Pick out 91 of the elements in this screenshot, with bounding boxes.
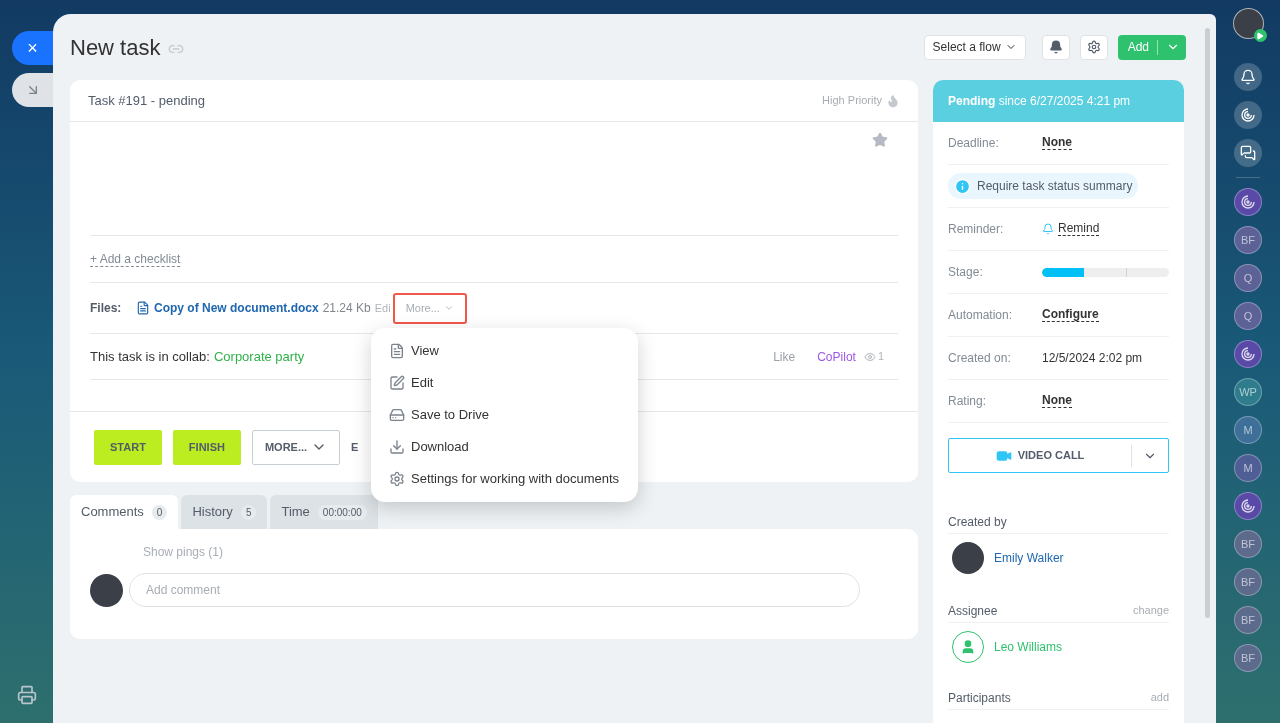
chat-icon[interactable]: [1240, 145, 1256, 161]
status-banner: Pending since 6/27/2025 4:21 pm: [933, 80, 1184, 122]
avatar: [90, 573, 123, 607]
collab-text: This task is in collab:: [90, 347, 210, 366]
edit-icon: [389, 375, 405, 391]
initials-avatar[interactable]: Q: [1234, 302, 1262, 330]
document-icon: [389, 343, 405, 359]
action-button[interactable]: FINISH: [172, 429, 241, 465]
minimize-button[interactable]: [11, 73, 54, 107]
notifications-button[interactable]: [1041, 34, 1070, 60]
section-label: Assignee: [948, 602, 998, 620]
field-label: Stage:: [948, 264, 984, 281]
reminder-link[interactable]: Remind: [1058, 222, 1100, 236]
initials-avatar[interactable]: M: [1234, 416, 1262, 444]
download-icon: [389, 439, 405, 455]
field-label: Rating:: [948, 393, 988, 410]
initials-avatar[interactable]: BF: [1234, 568, 1262, 596]
action-button[interactable]: START: [94, 429, 162, 465]
bell-icon: [1042, 223, 1054, 235]
swirl-icon: [1240, 498, 1256, 514]
priority-label[interactable]: High Priority: [822, 92, 882, 109]
initials-avatar[interactable]: M: [1234, 454, 1262, 482]
add-button[interactable]: Add: [1117, 34, 1186, 60]
field-value-link[interactable]: None: [1042, 136, 1072, 150]
initials-avatar[interactable]: BF: [1234, 226, 1262, 254]
field-label: Created on:: [948, 350, 1012, 367]
field-label: Reminder:: [948, 221, 1005, 238]
group-avatar[interactable]: [1234, 340, 1262, 368]
document-icon: [136, 301, 150, 315]
avatar: [952, 542, 984, 574]
settings-icon: [389, 471, 405, 487]
drive-icon: [389, 407, 405, 423]
page-title: New task: [70, 33, 161, 62]
video-call-button[interactable]: VIDEO CALL: [948, 438, 1169, 473]
swirl-icon: [1240, 194, 1256, 210]
assignee-link[interactable]: Leo Williams: [994, 638, 1063, 656]
stage-track[interactable]: [1041, 267, 1169, 277]
field-label: Automation:: [948, 307, 1014, 324]
change-link[interactable]: change: [1132, 602, 1169, 619]
initials-avatar[interactable]: Q: [1234, 264, 1262, 292]
swirl-icon: [1240, 346, 1256, 362]
initials-avatar[interactable]: WP: [1234, 378, 1262, 406]
field-value-link[interactable]: None: [1042, 394, 1072, 408]
eye-icon: [863, 350, 876, 363]
tab[interactable]: Comments 0: [70, 495, 179, 529]
action-button[interactable]: E: [351, 429, 359, 465]
swirl-icon: [1240, 107, 1256, 123]
collab-link[interactable]: Corporate party: [213, 346, 305, 367]
copilot-link[interactable]: CoPilot: [817, 347, 856, 366]
flow-select[interactable]: Select a flow: [923, 34, 1026, 60]
like-link[interactable]: Like: [773, 347, 796, 366]
file-size: 21.24 Kb: [322, 300, 371, 317]
initials-avatar[interactable]: BF: [1234, 644, 1262, 672]
task-heading: Task #191 - pending: [88, 91, 206, 110]
more-actions-button[interactable]: MORE...: [251, 429, 341, 465]
add-link[interactable]: add: [1150, 689, 1169, 706]
menu-item[interactable]: Download: [371, 431, 638, 463]
caret-icon: [443, 303, 454, 313]
menu-item[interactable]: Save to Drive: [371, 399, 638, 431]
creator-link[interactable]: Emily Walker: [994, 549, 1064, 567]
close-button[interactable]: ×: [11, 31, 54, 65]
view-count: 1: [877, 349, 884, 365]
bell-icon[interactable]: [1240, 69, 1256, 85]
star-icon[interactable]: [872, 132, 888, 148]
initials-avatar[interactable]: BF: [1234, 606, 1262, 634]
info-icon: [954, 177, 971, 195]
files-label: Files:: [90, 300, 123, 317]
menu-item[interactable]: Settings for working with documents: [371, 463, 638, 495]
section-label: Created by: [948, 513, 1007, 531]
group-avatar[interactable]: [1234, 188, 1262, 216]
tab[interactable]: History 5: [181, 495, 268, 529]
bell-icon: [1048, 40, 1063, 54]
add-checklist-link[interactable]: + Add a checklist: [90, 251, 181, 267]
show-pings-link[interactable]: Show pings (1): [143, 543, 898, 561]
comment-field[interactable]: Add comment: [129, 573, 860, 607]
settings-button[interactable]: [1079, 34, 1108, 60]
file-link[interactable]: Copy of New document.docx: [154, 299, 319, 317]
field-value-link[interactable]: Configure: [1042, 308, 1099, 322]
tab[interactable]: Time 00:00:00: [270, 495, 378, 529]
settings-icon: [1086, 40, 1101, 54]
avatar[interactable]: [1232, 8, 1264, 39]
menu-item[interactable]: View: [371, 335, 638, 367]
status-summary-notice[interactable]: Require task status summary: [948, 173, 1139, 199]
group-avatar[interactable]: [1234, 492, 1262, 520]
field-value: 12/5/2024 2:02 pm: [1042, 350, 1143, 367]
menu-item[interactable]: Edit: [371, 367, 638, 399]
initials-avatar[interactable]: BF: [1234, 530, 1262, 558]
more-files-button[interactable]: More...: [392, 292, 467, 324]
section-label: Participants: [948, 689, 1011, 707]
printer-icon[interactable]: [16, 685, 37, 705]
field-label: Deadline:: [948, 135, 1000, 152]
